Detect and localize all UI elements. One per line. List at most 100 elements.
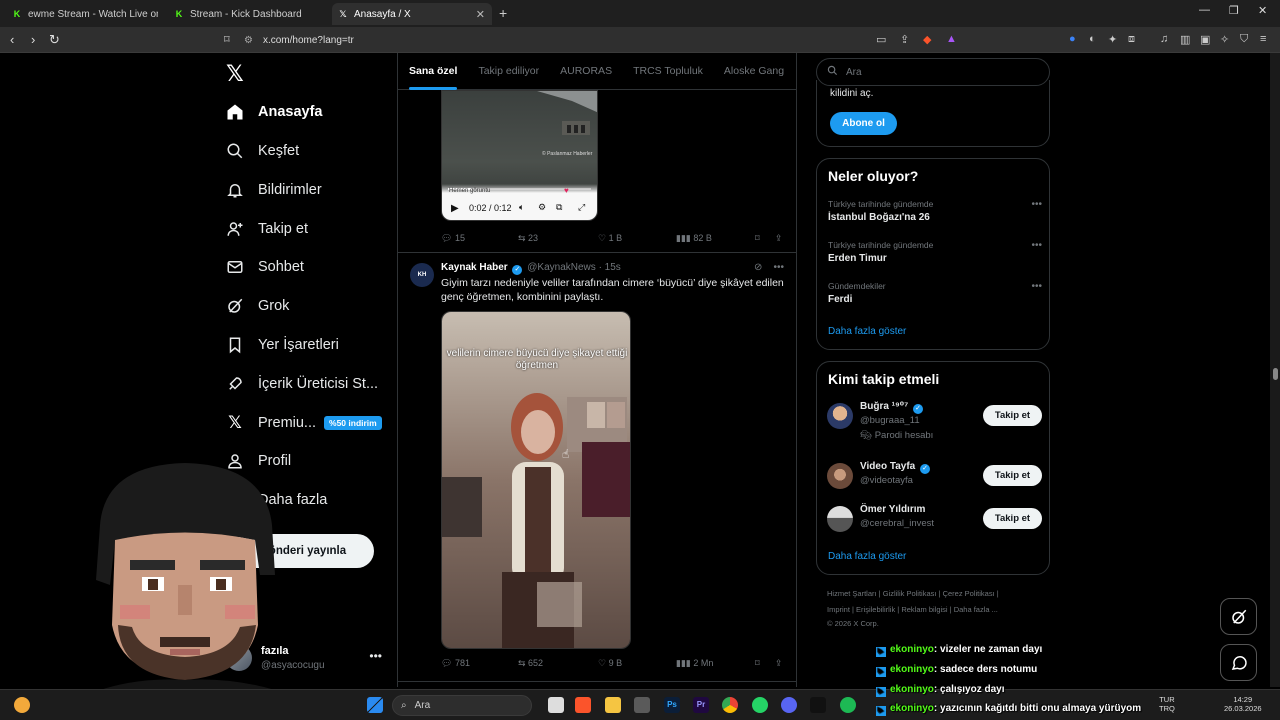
screenshot-icon[interactable]: ⧈ bbox=[1128, 33, 1135, 46]
cast-icon[interactable]: ▭ bbox=[876, 33, 886, 46]
share-icon[interactable]: ⇪ bbox=[900, 33, 909, 46]
follow-button[interactable]: Takip et bbox=[983, 405, 1042, 426]
bookmark-icon[interactable]: ⌑ bbox=[755, 658, 760, 669]
extensions-icon[interactable]: ✦ bbox=[1108, 33, 1117, 46]
trend-item[interactable]: Türkiye tarihinde gündemde Erden Timur •… bbox=[828, 240, 1042, 264]
url-field[interactable]: ⚙ x.com/home?lang=tr bbox=[244, 30, 964, 50]
forward-button[interactable]: › bbox=[31, 32, 35, 47]
brave-shield-icon[interactable]: ◆ bbox=[923, 33, 931, 46]
post-author-name[interactable]: Kaynak Haber bbox=[441, 262, 508, 273]
grok-icon[interactable]: ⊘ bbox=[754, 262, 762, 273]
browser-tab-x-home[interactable]: 𝕏 Anasayfa / X ✕ bbox=[332, 3, 492, 25]
bookmark-icon[interactable]: ⌑ bbox=[755, 233, 760, 244]
vpn-icon[interactable]: ⛉ bbox=[1240, 33, 1248, 46]
nav-home[interactable]: Anasayfa bbox=[226, 99, 322, 125]
whatsapp-icon[interactable] bbox=[752, 697, 768, 713]
back-button[interactable]: ‹ bbox=[10, 32, 14, 47]
follow-button[interactable]: Takip et bbox=[983, 465, 1042, 486]
close-window-button[interactable]: ✕ bbox=[1258, 4, 1267, 17]
reload-button[interactable]: ↻ bbox=[49, 32, 60, 48]
more-options-icon[interactable]: ••• bbox=[1031, 199, 1042, 210]
views-stat[interactable]: ▮▮▮ 2 Mn bbox=[676, 658, 713, 669]
show-more-link[interactable]: Daha fazla göster bbox=[828, 551, 906, 562]
media-icon[interactable]: ♫ bbox=[1160, 33, 1168, 45]
nav-follow[interactable]: Takip et bbox=[226, 216, 308, 242]
subscribe-button[interactable]: Abone ol bbox=[830, 112, 897, 135]
reply-button[interactable]: 💬︎ 15 bbox=[441, 233, 465, 244]
x-logo-icon[interactable]: 𝕏 bbox=[226, 61, 244, 87]
like-button[interactable]: ♡ 1 B bbox=[598, 233, 622, 244]
restore-button[interactable]: ❐ bbox=[1229, 4, 1239, 17]
windows-start-icon[interactable] bbox=[367, 697, 383, 713]
menu-icon[interactable]: ≡ bbox=[1260, 33, 1266, 45]
share-icon[interactable]: ⇪ bbox=[775, 658, 783, 669]
tab-trcs-community[interactable]: TRCS Topluluk bbox=[633, 65, 703, 77]
brave-rewards-icon[interactable]: ▲ bbox=[946, 33, 957, 45]
site-settings-icon[interactable]: ⚙ bbox=[244, 35, 253, 46]
share-icon[interactable]: ⇪ bbox=[775, 233, 783, 244]
nav-messages[interactable]: Sohbet bbox=[226, 254, 304, 280]
app-icon[interactable] bbox=[810, 697, 826, 713]
nav-explore[interactable]: Keşfet bbox=[226, 138, 299, 164]
reply-button[interactable]: 💬︎ 781 bbox=[441, 658, 470, 669]
fullscreen-icon[interactable]: ⤢ bbox=[578, 202, 585, 213]
scrollbar-thumb[interactable] bbox=[1273, 368, 1278, 380]
file-explorer-icon[interactable] bbox=[605, 697, 621, 713]
follow-button[interactable]: Takip et bbox=[983, 508, 1042, 529]
show-more-link[interactable]: Daha fazla göster bbox=[828, 326, 906, 337]
follow-suggestion[interactable]: Video Tayfa ✓ @videotayfa Takip et bbox=[827, 461, 1042, 501]
more-options-icon[interactable]: ••• bbox=[773, 262, 784, 273]
close-tab-icon[interactable]: ✕ bbox=[476, 8, 485, 21]
more-options-icon[interactable]: ••• bbox=[369, 649, 382, 663]
extension-icon[interactable]: ● bbox=[1069, 33, 1076, 45]
leo-ai-icon[interactable]: ✧ bbox=[1220, 33, 1229, 46]
clock[interactable]: 14:29 26.03.2026 bbox=[1224, 695, 1262, 713]
post-video[interactable]: © Paslanmaz Haberler Hemen göruntu ▶ 0:0… bbox=[441, 90, 598, 221]
more-options-icon[interactable]: ••• bbox=[1031, 240, 1042, 251]
tab-auroras[interactable]: AURORAS bbox=[560, 65, 612, 77]
nav-creator-studio[interactable]: İçerik Üreticisi St... bbox=[226, 371, 378, 397]
grok-button[interactable] bbox=[1220, 598, 1257, 635]
sidebar-icon[interactable]: ▥ bbox=[1180, 33, 1190, 46]
volume-icon[interactable]: 🔈︎ bbox=[519, 202, 524, 213]
follow-suggestion[interactable]: Ömer Yıldırım @cerebral_invest Takip et bbox=[827, 504, 1042, 544]
spotify-icon[interactable] bbox=[840, 697, 856, 713]
brave-browser-icon[interactable] bbox=[575, 697, 591, 713]
nav-bookmarks[interactable]: Yer İşaretleri bbox=[226, 332, 339, 358]
like-button[interactable]: ♡ 9 B bbox=[598, 658, 622, 669]
repost-button[interactable]: ⇆ 652 bbox=[518, 658, 543, 669]
tab-following[interactable]: Takip ediliyor bbox=[478, 65, 539, 77]
new-tab-button[interactable]: + bbox=[499, 5, 507, 21]
follow-suggestion[interactable]: Buğra ¹⁹⁰⁷ ✓ @bugraaa_11 🎭︎ Parodi hesab… bbox=[827, 401, 1042, 441]
language-indicator[interactable]: TUR TRQ bbox=[1159, 695, 1175, 713]
task-view-icon[interactable] bbox=[548, 697, 564, 713]
play-icon[interactable]: ▶ bbox=[451, 203, 459, 214]
views-stat[interactable]: ▮▮▮ 82 B bbox=[676, 233, 712, 244]
post-video[interactable]: velilerin cimere büyücü diye şikayet ett… bbox=[441, 311, 631, 649]
discord-icon[interactable] bbox=[781, 697, 797, 713]
minimize-button[interactable]: — bbox=[1199, 4, 1210, 16]
chrome-icon[interactable] bbox=[722, 697, 738, 713]
tab-for-you[interactable]: Sana özel bbox=[409, 65, 458, 90]
nav-premium[interactable]: 𝕏 Premiu... %50 indirim bbox=[226, 410, 382, 436]
messages-button[interactable] bbox=[1220, 644, 1257, 681]
footer-links[interactable]: Imprint | Erişilebilirlik | Reklam bilgi… bbox=[827, 605, 998, 614]
settings-icon[interactable]: ⚙ bbox=[538, 202, 546, 213]
nav-grok[interactable]: Grok bbox=[226, 293, 289, 319]
browser-tab-kick-stream[interactable]: K ewme Stream - Watch Live on Ki... bbox=[6, 3, 158, 25]
taskbar-search[interactable]: ⌕ Ara bbox=[392, 695, 532, 716]
tab-aloske-gang[interactable]: Aloske Gang bbox=[724, 65, 784, 77]
photoshop-icon[interactable]: Ps bbox=[664, 697, 680, 713]
browser-tab-kick-dashboard[interactable]: K Stream - Kick Dashboard bbox=[168, 3, 328, 25]
bookmark-page-icon[interactable]: ⌑ bbox=[224, 33, 230, 46]
footer-links[interactable]: Hizmet Şartları | Gizlilik Politikası | … bbox=[827, 589, 999, 598]
premiere-icon[interactable]: Pr bbox=[693, 697, 709, 713]
store-icon[interactable] bbox=[634, 697, 650, 713]
more-options-icon[interactable]: ••• bbox=[1031, 281, 1042, 292]
weather-icon[interactable] bbox=[14, 697, 30, 713]
pip-icon[interactable]: ⧉ bbox=[556, 202, 562, 213]
nav-notifications[interactable]: Bildirimler bbox=[226, 177, 322, 203]
repost-button[interactable]: ⇆ 23 bbox=[518, 233, 538, 244]
extension-icon[interactable]: ◐ bbox=[1089, 33, 1096, 45]
trend-item[interactable]: Türkiye tarihinde gündemde İstanbul Boğa… bbox=[828, 199, 1042, 223]
